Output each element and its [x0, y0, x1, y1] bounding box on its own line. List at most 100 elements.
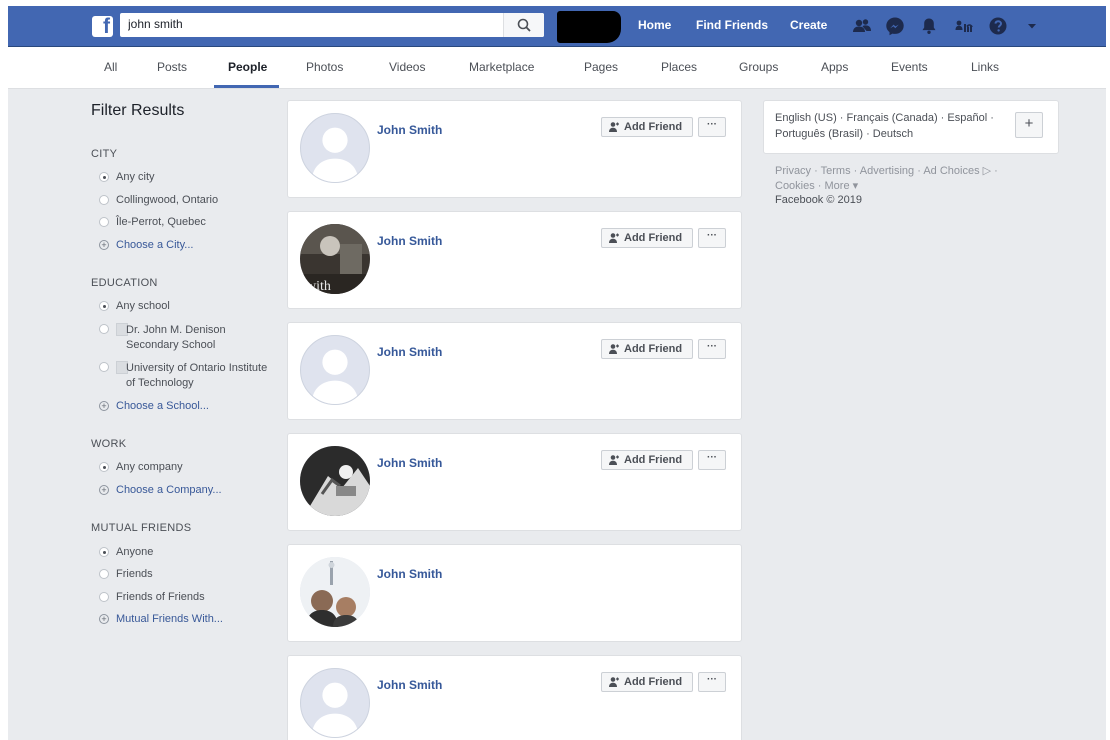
active-tab-indicator [214, 85, 279, 88]
add-friend-icon [609, 122, 619, 132]
result-card: John Smith Add Friend ··· [287, 433, 742, 531]
option-label: Choose a School... [116, 400, 209, 412]
tab-places[interactable]: Places [661, 60, 697, 74]
search-box [120, 13, 544, 37]
search-icon [517, 18, 531, 32]
profile-photo[interactable] [300, 446, 370, 516]
result-name[interactable]: John Smith [377, 678, 442, 692]
filter-education-heading: EDUCATION [91, 277, 158, 289]
profile-photo-image [300, 446, 370, 516]
add-friend-icon [609, 233, 619, 243]
default-avatar-silhouette-icon [311, 682, 359, 737]
more-options-button[interactable]: ··· [698, 450, 726, 470]
add-friend-icon [609, 344, 619, 354]
radio[interactable] [99, 569, 109, 579]
search-button[interactable] [503, 13, 544, 37]
option-label: Choose a Company... [116, 484, 222, 496]
add-circle-icon: + [99, 485, 109, 495]
more-options-button[interactable]: ··· [698, 339, 726, 359]
footer-links[interactable]: Privacy · Terms · Advertising · Ad Choic… [775, 164, 1035, 194]
tab-events[interactable]: Events [891, 60, 928, 74]
default-avatar-silhouette-icon [311, 349, 359, 404]
add-friend-label: Add Friend [624, 121, 683, 133]
tab-posts[interactable]: Posts [157, 60, 187, 74]
add-friend-button[interactable]: Add Friend [601, 339, 693, 359]
option-label: Collingwood, Ontario [116, 194, 219, 206]
result-name[interactable]: John Smith [377, 123, 442, 137]
add-language-button[interactable]: + [1015, 112, 1043, 138]
facebook-logo[interactable]: f [92, 15, 113, 38]
profile-photo-default[interactable] [300, 335, 370, 405]
more-options-button[interactable]: ··· [698, 672, 726, 692]
top-bar: f Home Find Friends Create [8, 6, 1106, 47]
radio[interactable] [99, 362, 109, 372]
tab-all[interactable]: All [104, 60, 117, 74]
option-label: University of Ontario Institute of Techn… [126, 362, 268, 389]
nav-home[interactable]: Home [638, 18, 671, 32]
add-friend-icon [609, 677, 619, 687]
notifications-bell-icon[interactable] [918, 15, 940, 37]
radio[interactable] [99, 217, 109, 227]
profile-photo[interactable] [300, 557, 370, 627]
radio-selected[interactable] [99, 547, 109, 557]
tab-groups[interactable]: Groups [739, 60, 778, 74]
account-menu-caret-icon[interactable] [1021, 15, 1043, 37]
tab-marketplace[interactable]: Marketplace [469, 60, 534, 74]
tab-links[interactable]: Links [971, 60, 999, 74]
result-name[interactable]: John Smith [377, 345, 442, 359]
radio[interactable] [99, 324, 109, 334]
friend-requests-icon[interactable] [851, 15, 873, 37]
option-label: Any city [116, 171, 155, 183]
radio[interactable] [99, 592, 109, 602]
nav-create[interactable]: Create [790, 18, 827, 32]
svg-text:with: with [306, 279, 331, 294]
result-name[interactable]: John Smith [377, 567, 442, 581]
more-options-button[interactable]: ··· [698, 117, 726, 137]
tab-photos[interactable]: Photos [306, 60, 343, 74]
profile-photo-default[interactable] [300, 113, 370, 183]
result-card: John Smith [287, 544, 742, 642]
radio[interactable] [99, 195, 109, 205]
option-label: Anyone [116, 546, 154, 558]
messenger-icon[interactable] [884, 15, 906, 37]
add-friend-icon [609, 455, 619, 465]
language-selector-box: English (US) · Français (Canada) · Españ… [763, 100, 1059, 154]
add-friend-button[interactable]: Add Friend [601, 672, 693, 692]
language-list[interactable]: English (US) · Français (Canada) · Españ… [775, 110, 995, 142]
facebook-logo-letter: f [103, 15, 110, 38]
tab-videos[interactable]: Videos [389, 60, 425, 74]
option-label: Any company [116, 461, 183, 473]
profile-photo[interactable]: with [300, 224, 370, 294]
quick-help-icon[interactable] [953, 15, 975, 37]
search-tabs: All Posts People Photos Videos Marketpla… [8, 47, 1106, 89]
filter-city-heading: CITY [91, 148, 118, 160]
radio-selected[interactable] [99, 172, 109, 182]
radio-selected[interactable] [99, 462, 109, 472]
help-question-icon[interactable] [987, 15, 1009, 37]
more-options-button[interactable]: ··· [698, 228, 726, 248]
add-circle-icon: + [99, 240, 109, 250]
add-friend-button[interactable]: Add Friend [601, 228, 693, 248]
add-circle-icon: + [99, 401, 109, 411]
tab-pages[interactable]: Pages [584, 60, 618, 74]
add-friend-button[interactable]: Add Friend [601, 117, 693, 137]
option-label: Choose a City... [116, 239, 194, 251]
profile-photo-image: with [300, 224, 370, 294]
tab-people[interactable]: People [228, 60, 267, 74]
tab-apps[interactable]: Apps [821, 60, 848, 74]
add-friend-label: Add Friend [624, 676, 683, 688]
add-friend-label: Add Friend [624, 232, 683, 244]
add-friend-button[interactable]: Add Friend [601, 450, 693, 470]
nav-find-friends[interactable]: Find Friends [696, 18, 768, 32]
option-label: Île-Perrot, Quebec [116, 216, 206, 228]
add-friend-label: Add Friend [624, 454, 683, 466]
profile-photo-default[interactable] [300, 668, 370, 738]
option-label: Friends [116, 568, 153, 580]
result-name[interactable]: John Smith [377, 456, 442, 470]
search-input[interactable] [126, 16, 510, 32]
profile-photo-image [300, 557, 370, 627]
radio-selected[interactable] [99, 301, 109, 311]
result-name[interactable]: John Smith [377, 234, 442, 248]
filter-results-title: Filter Results [91, 102, 185, 119]
page-frame: f Home Find Friends Create All Posts Peo… [8, 6, 1106, 740]
